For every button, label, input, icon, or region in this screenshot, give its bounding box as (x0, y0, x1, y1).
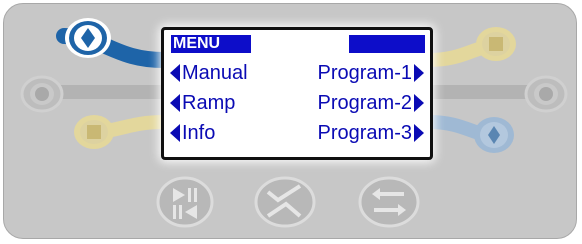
diamond-icon (474, 117, 514, 153)
menu-item-program-2[interactable]: Program-2 (318, 90, 424, 116)
menu-item-label: Ramp (182, 92, 236, 114)
menu-item-program-3[interactable]: Program-3 (318, 120, 424, 146)
menu-item-label: Program-3 (317, 122, 412, 144)
menu-item-label: Manual (182, 62, 248, 84)
square-key-top-right[interactable] (472, 24, 520, 64)
menu-item-program-1[interactable]: Program-1 (318, 60, 424, 86)
right-arrow-icon (414, 124, 424, 142)
menu-item-label: Info (182, 122, 216, 144)
check-icon (254, 176, 316, 228)
diamond-icon (65, 18, 111, 58)
diamond-key-top-left[interactable] (62, 16, 114, 60)
swap-key[interactable] (358, 176, 420, 228)
square-icon (476, 27, 516, 61)
menu-item-label: Program-1 (317, 62, 412, 84)
menu-title: MENU (171, 35, 251, 53)
menu-item-manual[interactable]: Manual (170, 60, 248, 86)
circle-icon (20, 75, 64, 113)
square-key-bottom-left[interactable] (70, 112, 118, 152)
diamond-key-bottom-right[interactable] (470, 114, 518, 156)
lcd-screen: MENU Manual Ramp Info Program-1 Program-… (161, 27, 433, 160)
confirm-key[interactable] (254, 176, 316, 228)
square-icon (74, 115, 114, 149)
swap-arrows-icon (358, 176, 420, 228)
menu-item-ramp[interactable]: Ramp (170, 90, 235, 116)
circle-icon (524, 75, 568, 113)
left-arrow-icon (170, 124, 180, 142)
title-bar-fill (349, 35, 425, 53)
left-arrow-icon (170, 64, 180, 82)
right-arrow-icon (414, 94, 424, 112)
right-arrow-icon (414, 64, 424, 82)
menu-item-info[interactable]: Info (170, 120, 215, 146)
menu-item-label: Program-2 (317, 92, 412, 114)
circle-key-left[interactable] (18, 74, 66, 114)
control-panel: MENU Manual Ramp Info Program-1 Program-… (3, 3, 577, 239)
play-pause-icon (156, 176, 214, 228)
left-arrow-icon (170, 94, 180, 112)
play-pause-key[interactable] (156, 176, 214, 228)
circle-key-right[interactable] (522, 74, 570, 114)
